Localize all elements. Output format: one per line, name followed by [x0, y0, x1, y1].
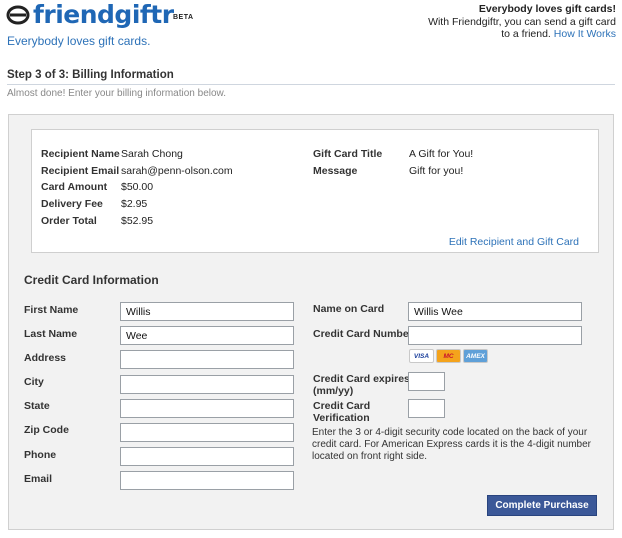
edit-recipient-link[interactable]: Edit Recipient and Gift Card: [449, 236, 579, 248]
name-on-card-input[interactable]: [408, 302, 582, 321]
card-verification-label-line2: Verification: [313, 412, 370, 424]
zip-code-label: Zip Code: [24, 424, 69, 436]
delivery-fee-label: Delivery Fee: [41, 198, 103, 210]
state-input[interactable]: [120, 399, 294, 418]
card-amount-label: Card Amount: [41, 181, 108, 193]
brand-name[interactable]: friendgiftr: [33, 0, 174, 29]
tagline: Everybody loves gift cards.: [7, 34, 151, 48]
address-input[interactable]: [120, 350, 294, 369]
recipient-email-label: Recipient Email: [41, 165, 120, 177]
delivery-fee-value: $2.95: [121, 198, 148, 210]
beta-badge: BETA: [173, 14, 194, 21]
card-verification-input[interactable]: [408, 399, 445, 418]
card-expires-label: Credit Card expires (mm/yy): [313, 373, 410, 397]
name-on-card-label: Name on Card: [313, 303, 385, 315]
amex-icon: AMEX: [463, 349, 488, 363]
recipient-email-value: sarah@penn-olson.com: [121, 165, 233, 177]
credit-card-section-title: Credit Card Information: [24, 273, 159, 287]
first-name-label: First Name: [24, 304, 79, 316]
card-expires-input[interactable]: [408, 372, 445, 391]
state-label: State: [24, 400, 50, 412]
phone-input[interactable]: [120, 447, 294, 466]
step-title: Step 3 of 3: Billing Information: [7, 69, 174, 81]
message-value: Gift for you!: [409, 165, 464, 177]
step-divider: [7, 84, 615, 85]
card-amount-value: $50.00: [121, 181, 154, 193]
last-name-input[interactable]: [120, 326, 294, 345]
gift-card-title-value: A Gift for You!: [409, 148, 474, 160]
complete-purchase-button[interactable]: Complete Purchase: [487, 495, 597, 516]
first-name-input[interactable]: [120, 302, 294, 321]
card-number-label: Credit Card Number: [313, 328, 413, 340]
gift-box-logo-icon: [6, 5, 30, 25]
gift-card-title-label: Gift Card Title: [313, 148, 383, 160]
recipient-name-value: Sarah Chong: [121, 148, 183, 160]
card-expires-label-line2: (mm/yy): [313, 385, 354, 397]
card-expires-label-line1: Credit Card expires: [313, 373, 410, 385]
email-label: Email: [24, 473, 53, 485]
promo-headline: Everybody loves gift cards!: [478, 3, 616, 15]
header-promo: Everybody loves gift cards! With Friendg…: [376, 3, 616, 41]
last-name-label: Last Name: [24, 328, 78, 340]
card-verification-label-line1: Credit Card: [313, 400, 371, 412]
city-label: City: [24, 376, 44, 388]
phone-label: Phone: [24, 449, 57, 461]
logo[interactable]: [6, 4, 30, 29]
card-number-input[interactable]: [408, 326, 582, 345]
step-subtitle: Almost done! Enter your billing informat…: [7, 88, 227, 99]
security-code-note: Enter the 3 or 4-digit security code loc…: [312, 427, 591, 462]
address-label: Address: [24, 352, 67, 364]
how-it-works-link[interactable]: How It Works: [554, 28, 616, 40]
promo-line-2: to a friend.: [501, 28, 551, 40]
zip-code-input[interactable]: [120, 423, 294, 442]
order-total-label: Order Total: [41, 215, 97, 227]
card-logos: VISA MC AMEX: [409, 349, 490, 363]
mastercard-icon: MC: [436, 349, 461, 363]
email-input[interactable]: [120, 471, 294, 490]
card-verification-label: Credit Card Verification: [313, 400, 370, 424]
promo-line-1: With Friendgiftr, you can send a gift ca…: [428, 15, 616, 28]
message-label: Message: [313, 165, 358, 177]
visa-icon: VISA: [409, 349, 434, 363]
recipient-name-label: Recipient Name: [41, 148, 120, 160]
city-input[interactable]: [120, 375, 294, 394]
order-total-value: $52.95: [121, 215, 154, 227]
